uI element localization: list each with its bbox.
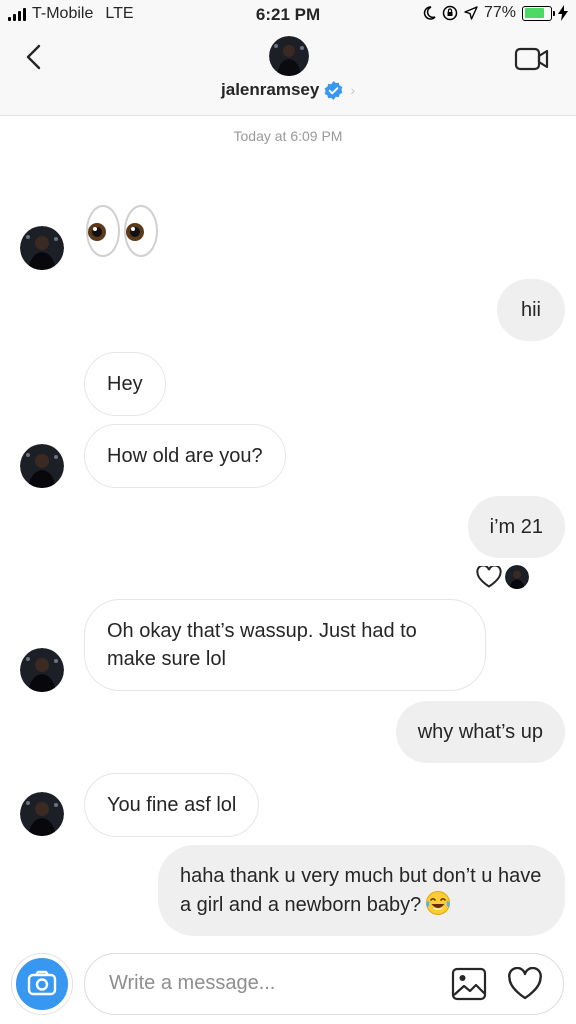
orientation-lock-icon [442, 5, 458, 21]
outgoing-message[interactable]: hii [496, 279, 565, 341]
seen-by-avatar [505, 565, 529, 589]
sender-avatar[interactable] [20, 792, 64, 836]
conversation-header: jalenramsey › [0, 30, 576, 116]
back-chevron-icon[interactable] [20, 42, 50, 72]
message-input-wrap [84, 953, 564, 1015]
incoming-message[interactable]: You fine asf lol [84, 773, 260, 837]
header-username[interactable]: jalenramsey [221, 80, 319, 100]
charging-icon [558, 5, 568, 21]
battery-icon [522, 5, 555, 21]
verified-badge-icon [324, 80, 343, 100]
outgoing-message[interactable]: i’m 21 [467, 496, 565, 558]
incoming-message[interactable]: Oh okay that’s wassup. Just had to make … [84, 599, 486, 691]
eyes-emoji-message[interactable] [85, 204, 159, 258]
sender-avatar[interactable] [20, 226, 64, 270]
eye-left-icon [86, 205, 120, 257]
camera-button[interactable] [12, 954, 72, 1014]
tears-of-joy-emoji-icon [426, 891, 451, 915]
heart-outline-icon[interactable] [476, 566, 502, 588]
camera-icon [27, 970, 57, 996]
header-username-row[interactable]: jalenramsey › [0, 80, 576, 100]
thread-timestamp: Today at 6:09 PM [233, 128, 343, 144]
heart-icon[interactable] [507, 967, 543, 1001]
moon-icon [423, 6, 436, 20]
eye-right-icon [124, 205, 158, 257]
header-avatar[interactable] [269, 36, 309, 76]
message-input[interactable] [109, 954, 439, 1012]
location-icon [464, 6, 478, 20]
sender-avatar[interactable] [20, 444, 64, 488]
incoming-message[interactable]: How old are you? [84, 424, 286, 488]
status-right: 77% [422, 4, 568, 22]
status-bar: T-Mobile LTE 6:21 PM 77% [0, 0, 576, 30]
incoming-message[interactable]: Hey [84, 352, 166, 416]
outgoing-message[interactable]: haha thank u very much but don’t u have … [158, 845, 565, 936]
chevron-right-icon: › [350, 82, 355, 98]
message-composer [12, 950, 564, 1016]
outgoing-message[interactable]: why what’s up [395, 701, 565, 763]
image-icon[interactable] [451, 967, 487, 1001]
sender-avatar[interactable] [20, 648, 64, 692]
video-camera-icon[interactable] [514, 46, 550, 72]
battery-percent: 77% [483, 4, 516, 21]
message-text: haha thank u very much but don’t u have … [180, 865, 542, 916]
